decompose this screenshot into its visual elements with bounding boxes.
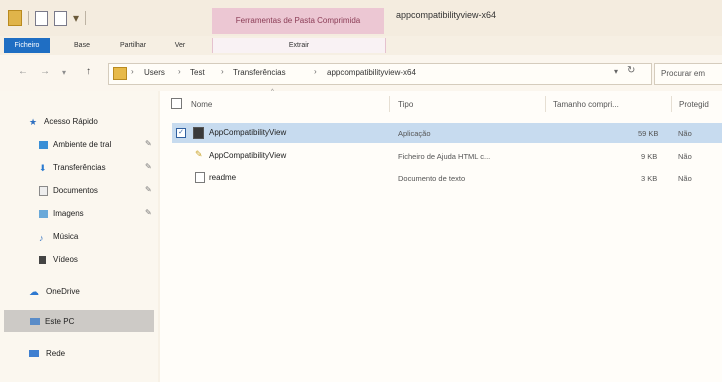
recent-locations-icon[interactable]: ▾: [62, 68, 66, 77]
tab-base[interactable]: Base: [62, 38, 102, 53]
quick-access-toolbar: ▾: [8, 8, 87, 28]
file-size: 3 KB: [641, 174, 658, 183]
customize-toolbar-icon[interactable]: ▾: [73, 11, 79, 25]
pin-icon[interactable]: ✎: [145, 139, 152, 148]
column-divider[interactable]: [389, 96, 390, 112]
file-name[interactable]: AppCompatibilityView: [209, 128, 286, 137]
pin-icon[interactable]: ✎: [145, 185, 152, 194]
tool-tab-header: Ferramentas de Pasta Comprimida: [212, 8, 384, 34]
sidebar-selection: [4, 310, 154, 332]
new-folder-icon[interactable]: [54, 10, 67, 26]
column-divider[interactable]: [545, 96, 546, 112]
sidebar-item-desktop[interactable]: Ambiente de tral: [53, 140, 111, 149]
pictures-icon: [39, 210, 48, 218]
file-type: Documento de texto: [398, 174, 466, 183]
pin-icon[interactable]: ✎: [145, 208, 152, 217]
file-type: Ficheiro de Ajuda HTML c...: [398, 152, 491, 161]
sidebar-item-onedrive[interactable]: OneDrive: [46, 287, 80, 296]
cloud-icon: ☁: [29, 287, 39, 298]
column-divider[interactable]: [671, 96, 672, 112]
help-file-icon: ✎: [195, 149, 203, 159]
forward-icon[interactable]: →: [40, 66, 50, 77]
text-file-icon: [195, 172, 205, 183]
up-icon[interactable]: ↑: [86, 66, 91, 77]
pin-icon[interactable]: ✎: [145, 162, 152, 171]
breadcrumb-current-folder[interactable]: appcompatibilityview-x64: [327, 68, 416, 77]
file-type: Aplicação: [398, 129, 431, 138]
breadcrumb-separator: ›: [221, 67, 224, 76]
sidebar-item-transferencias[interactable]: Transferências: [53, 163, 106, 172]
file-name[interactable]: readme: [209, 173, 236, 182]
folder-icon: [113, 67, 127, 80]
breadcrumb-separator: ›: [314, 67, 317, 76]
sort-indicator-icon: ^: [271, 89, 274, 95]
music-icon: ♪: [39, 233, 44, 243]
address-dropdown-icon[interactable]: ▾: [614, 67, 618, 76]
tab-partilhar[interactable]: Partilhar: [110, 38, 156, 53]
sidebar-item-documentos[interactable]: Documentos: [53, 186, 98, 195]
tab-extrair[interactable]: Extrair: [212, 38, 386, 53]
videos-icon: [39, 256, 46, 264]
navigation-pane: [0, 91, 158, 382]
column-header-name[interactable]: Nome: [191, 100, 212, 109]
breadcrumb-transferencias[interactable]: Transferências: [233, 68, 286, 77]
breadcrumb-separator: ›: [178, 67, 181, 76]
refresh-icon[interactable]: ↻: [627, 65, 635, 76]
toolbar-separator: [28, 11, 29, 25]
search-placeholder: Procurar em: [661, 69, 706, 78]
breadcrumb-users[interactable]: Users: [144, 68, 165, 77]
row-checkbox[interactable]: ✓: [176, 128, 186, 138]
column-header-type[interactable]: Tipo: [398, 100, 413, 109]
application-icon: [193, 127, 204, 139]
sidebar-item-videos[interactable]: Vídeos: [53, 255, 78, 264]
sidebar-item-quick-access[interactable]: Acesso Rápido: [44, 117, 98, 126]
documents-icon: [39, 186, 48, 196]
tab-ficheiro[interactable]: Ficheiro: [4, 38, 50, 53]
window-title: appcompatibilityview-x64: [396, 10, 497, 20]
file-name[interactable]: AppCompatibilityView: [209, 151, 286, 160]
back-icon[interactable]: ←: [18, 66, 28, 77]
column-header-compressed-size[interactable]: Tamanho compri...: [553, 100, 619, 109]
sidebar-item-imagens[interactable]: Imagens: [53, 209, 84, 218]
search-input[interactable]: Procurar em: [654, 63, 722, 85]
file-size: 59 KB: [638, 129, 659, 138]
select-all-checkbox[interactable]: [171, 98, 182, 109]
computer-icon: [30, 318, 40, 325]
breadcrumb-test[interactable]: Test: [190, 68, 205, 77]
sidebar-item-network[interactable]: Rede: [46, 349, 65, 358]
properties-icon[interactable]: [35, 10, 48, 26]
file-protected: Não: [678, 174, 692, 183]
star-icon: ★: [29, 117, 38, 127]
downloads-icon: ⬇: [39, 163, 47, 173]
toolbar-separator: [85, 11, 87, 25]
sidebar-item-this-pc[interactable]: Este PC: [45, 317, 74, 326]
desktop-icon: [39, 141, 48, 149]
tab-ver[interactable]: Ver: [164, 38, 196, 53]
sidebar-item-musica[interactable]: Música: [53, 232, 78, 241]
breadcrumb-separator: ›: [131, 67, 134, 76]
column-header-protected[interactable]: Protegid: [679, 100, 709, 109]
network-icon: [29, 350, 39, 357]
file-protected: Não: [678, 129, 692, 138]
file-protected: Não: [678, 152, 692, 161]
folder-icon[interactable]: [8, 10, 22, 26]
file-size: 9 KB: [641, 152, 658, 161]
